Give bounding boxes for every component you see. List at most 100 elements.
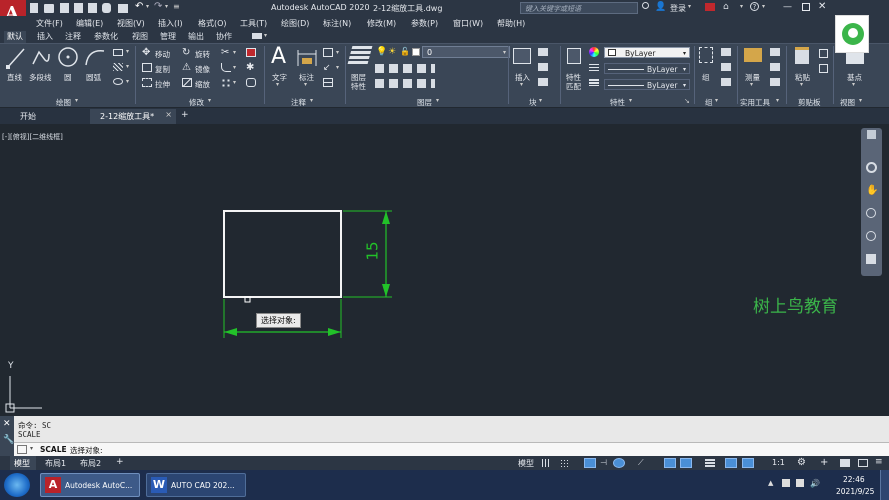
linear-dim-icon[interactable]: [323, 48, 333, 57]
base-point-dropdown-icon[interactable]: ▾: [852, 81, 855, 88]
block-attr-icon[interactable]: [538, 78, 548, 86]
layers-panel-expand-icon[interactable]: ▾: [436, 97, 439, 104]
leader-dropdown-icon[interactable]: ▾: [336, 64, 339, 71]
hatch-icon[interactable]: [113, 63, 123, 71]
linetype-dropdown[interactable]: ByLayer ▾: [604, 63, 690, 74]
line-icon[interactable]: [6, 47, 26, 69]
undo-icon[interactable]: ↶: [135, 1, 143, 12]
properties-panel-label[interactable]: 特性: [610, 97, 625, 108]
tab-collaborate[interactable]: 协作: [213, 31, 235, 43]
arc-button-label[interactable]: 圆弧: [86, 72, 101, 83]
modify-panel-label[interactable]: 修改: [189, 97, 204, 108]
modify-panel-expand-icon[interactable]: ▾: [208, 97, 211, 104]
ribbon-toggle-icon[interactable]: [252, 33, 262, 39]
volume-icon[interactable]: 🔊: [810, 479, 820, 488]
paste-icon[interactable]: [795, 47, 809, 64]
linetype-icon[interactable]: [589, 64, 599, 71]
undo-dropdown-icon[interactable]: ▾: [146, 3, 149, 10]
block-panel-label[interactable]: 块: [529, 97, 537, 108]
fillet-icon[interactable]: [221, 63, 231, 72]
grid-icon[interactable]: [542, 459, 551, 467]
scale-button-label[interactable]: 缩放: [195, 79, 210, 90]
trim-icon[interactable]: ✂: [221, 47, 229, 58]
fullscreen-icon[interactable]: [858, 459, 868, 467]
annotation-panel-label[interactable]: 注释: [291, 97, 306, 108]
draw-panel-expand-icon[interactable]: ▾: [75, 97, 78, 104]
layer-sun-icon[interactable]: ☀: [388, 47, 396, 57]
network-icon[interactable]: [796, 479, 804, 487]
text-dropdown-icon[interactable]: ▾: [276, 81, 279, 88]
command-input-row[interactable]: ▾ SCALE 选择对象:: [14, 442, 889, 456]
lineweight-icon[interactable]: [589, 79, 599, 86]
properties-panel-expand-icon[interactable]: ▾: [629, 97, 632, 104]
mirror-button-label[interactable]: 镜像: [195, 64, 210, 75]
rotate-icon[interactable]: ↻: [182, 47, 190, 58]
create-block-icon[interactable]: [538, 48, 548, 56]
insert-block-icon[interactable]: [513, 48, 531, 64]
layers-panel-label[interactable]: 图层: [417, 97, 432, 108]
menu-insert[interactable]: 插入(I): [158, 18, 183, 29]
command-close-icon[interactable]: ✕: [3, 419, 11, 429]
dimension-icon[interactable]: [296, 46, 318, 68]
layer-bulb-icon[interactable]: 💡: [376, 47, 387, 57]
groups-panel-label[interactable]: 组: [705, 97, 713, 108]
menu-help[interactable]: 帮助(H): [497, 18, 525, 29]
drawing-canvas[interactable]: [-][俯视][二维线框] 15 选择对象: 树上鸟教育 Y ✋: [0, 124, 889, 416]
osnap-icon[interactable]: [664, 458, 676, 468]
menu-dimension[interactable]: 标注(N): [323, 18, 351, 29]
save-icon[interactable]: [60, 3, 69, 13]
dimension-text[interactable]: 15: [364, 241, 382, 260]
measure-dropdown-icon[interactable]: ▾: [750, 81, 753, 88]
cut-clip-icon[interactable]: [819, 64, 828, 73]
workspace-gear-icon[interactable]: ⚙: [797, 457, 806, 468]
utility-tools-icon[interactable]: [770, 48, 780, 86]
copy-clip-icon[interactable]: [819, 49, 828, 58]
menu-edit[interactable]: 编辑(E): [76, 18, 103, 29]
add-status-icon[interactable]: +: [820, 457, 828, 468]
table-icon[interactable]: [323, 78, 333, 87]
zoom-extents-icon[interactable]: [866, 208, 876, 218]
color-dropdown[interactable]: ByLayer ▾: [604, 47, 690, 58]
menu-parametric[interactable]: 参数(P): [411, 18, 438, 29]
tray-expand-icon[interactable]: ▲: [768, 479, 773, 487]
dimension-dropdown-icon[interactable]: ▾: [304, 81, 307, 88]
rectangle-icon[interactable]: [113, 49, 123, 56]
user-icon[interactable]: 👤: [655, 2, 666, 12]
navbar-close-icon[interactable]: [867, 130, 876, 139]
match-properties-icon[interactable]: [567, 48, 581, 64]
text-icon[interactable]: A: [271, 44, 286, 69]
polyline-button-label[interactable]: 多段线: [29, 72, 52, 83]
search-box[interactable]: 键入关键字或短语: [520, 2, 638, 14]
autodesk-a360-icon[interactable]: ⌂: [723, 2, 729, 12]
stretch-button-label[interactable]: 拉伸: [155, 79, 170, 90]
draw-more-dropdown-icon[interactable]: ▾: [126, 48, 129, 55]
annotation-panel-expand-icon[interactable]: ▾: [310, 97, 313, 104]
view-panel-expand-icon[interactable]: ▾: [859, 97, 862, 104]
tab-layout1[interactable]: 布局1: [45, 458, 66, 469]
ellipse-dropdown-icon[interactable]: ▾: [126, 78, 129, 85]
scale-icon[interactable]: [182, 78, 192, 87]
menu-modify[interactable]: 修改(M): [367, 18, 396, 29]
view-panel-label[interactable]: 视图: [840, 97, 855, 108]
match-properties-label-2[interactable]: 匹配: [566, 81, 581, 92]
leader-icon[interactable]: ↙: [323, 63, 331, 73]
ribbon-toggle-dropdown-icon[interactable]: ▾: [264, 32, 267, 39]
linear-dim-dropdown-icon[interactable]: ▾: [336, 49, 339, 56]
move-icon[interactable]: ✥: [142, 47, 150, 58]
text-button-label[interactable]: 文字: [272, 72, 287, 83]
group-button-label[interactable]: 组: [702, 72, 710, 83]
group-tools-icon[interactable]: [721, 48, 731, 86]
array-dropdown-icon[interactable]: ▾: [233, 79, 236, 86]
rotate-button-label[interactable]: 旋转: [195, 49, 210, 60]
tab-view[interactable]: 视图: [129, 31, 151, 43]
paste-dropdown-icon[interactable]: ▾: [800, 81, 803, 88]
tab-model[interactable]: 模型: [10, 456, 36, 470]
insert-dropdown-icon[interactable]: ▾: [520, 81, 523, 88]
search-icon[interactable]: [642, 2, 649, 9]
properties-launcher-icon[interactable]: ↘: [684, 97, 690, 105]
offset-icon[interactable]: [246, 78, 256, 87]
search-input[interactable]: 键入关键字或短语: [525, 4, 581, 14]
snap-icon[interactable]: [560, 459, 569, 467]
pan-icon[interactable]: ✋: [866, 185, 878, 196]
help-icon[interactable]: ?: [750, 2, 759, 11]
